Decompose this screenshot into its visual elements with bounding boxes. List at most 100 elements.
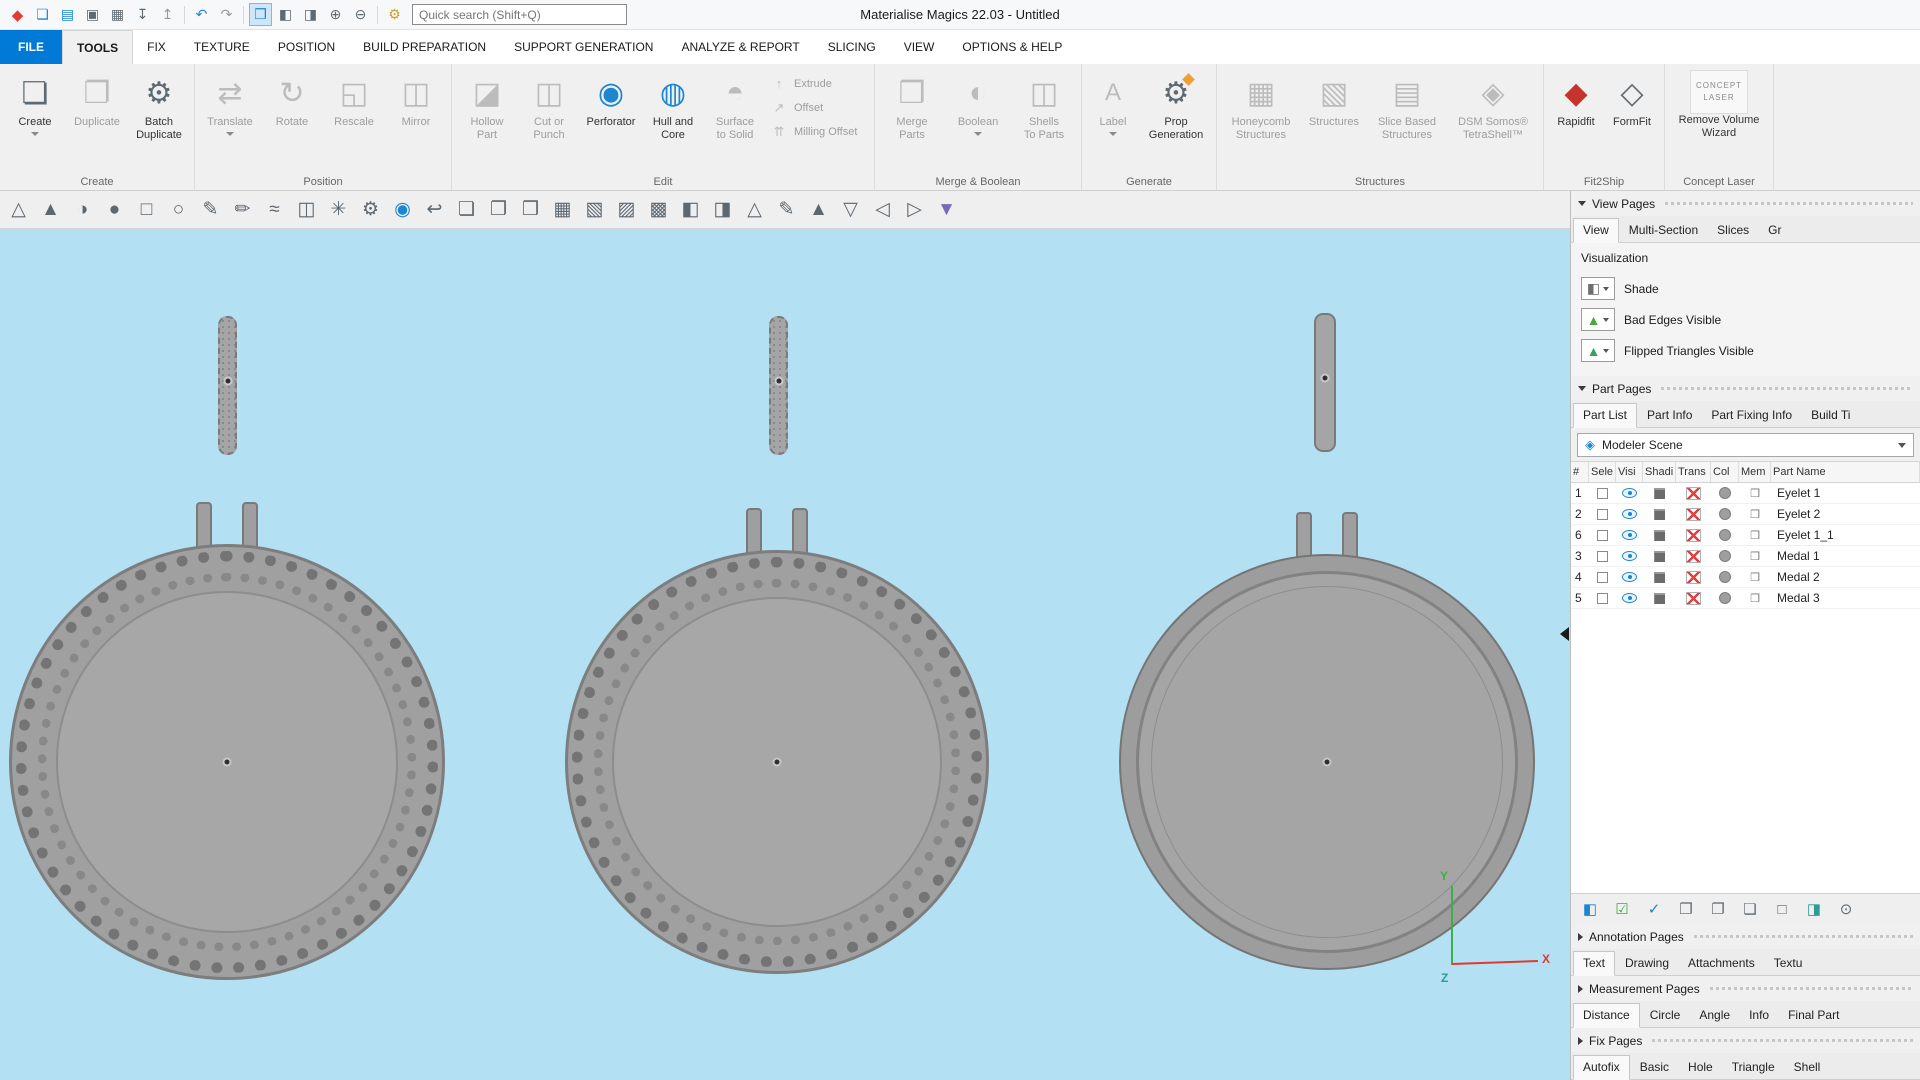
- part-eyelet-1[interactable]: [218, 316, 237, 455]
- shading-cube-icon[interactable]: [1654, 508, 1665, 520]
- measurement-pages-header[interactable]: Measurement Pages: [1571, 976, 1920, 1001]
- tab-view[interactable]: VIEW: [890, 30, 949, 64]
- shading-cube-icon[interactable]: [1654, 487, 1665, 499]
- part-row-eyelet-2[interactable]: 2 ❒ Eyelet 2: [1571, 504, 1920, 525]
- cube-half-right-icon[interactable]: ◨: [707, 194, 738, 225]
- memory-cube-icon[interactable]: ❒: [1750, 592, 1760, 605]
- part-name[interactable]: Eyelet 1_1: [1771, 528, 1920, 542]
- cube-view-front-icon[interactable]: ❐: [483, 194, 514, 225]
- transparency-icon[interactable]: [1686, 528, 1701, 542]
- fix-pages-header[interactable]: Fix Pages: [1571, 1028, 1920, 1053]
- cube-half-left-icon[interactable]: ◧: [675, 194, 706, 225]
- part-name[interactable]: Eyelet 1: [1771, 486, 1920, 500]
- col-transparency[interactable]: Trans: [1676, 462, 1711, 482]
- part-row-eyelet-1-1[interactable]: 6 ❒ Eyelet 1_1: [1571, 525, 1920, 546]
- shading-cube-icon[interactable]: [1654, 592, 1665, 604]
- memory-cube-icon[interactable]: ❒: [1750, 487, 1760, 500]
- tab-build-time[interactable]: Build Ti: [1802, 404, 1859, 427]
- part-eyelet-2[interactable]: [769, 316, 788, 455]
- view-pages-header[interactable]: View Pages: [1571, 191, 1920, 216]
- tab-fix[interactable]: FIX: [133, 30, 180, 64]
- tab-position[interactable]: POSITION: [264, 30, 349, 64]
- tab-grid[interactable]: Gr: [1759, 219, 1790, 242]
- dsm-somos-tetrashell-button[interactable]: ◈ DSM Somos® TetraShell™: [1447, 68, 1539, 142]
- open-file-icon[interactable]: ▤: [56, 3, 79, 26]
- tab-final-part[interactable]: Final Part: [1779, 1004, 1848, 1027]
- zoom-selection-icon[interactable]: ❒: [249, 3, 272, 26]
- tab-drawing[interactable]: Drawing: [1616, 952, 1678, 975]
- select-checkbox[interactable]: [1597, 550, 1608, 562]
- transparency-icon[interactable]: [1686, 570, 1701, 584]
- visibility-eye-icon[interactable]: [1622, 593, 1637, 603]
- star-mark-icon[interactable]: ✳: [323, 194, 354, 225]
- select-checkbox[interactable]: [1597, 508, 1608, 520]
- create-button[interactable]: ❏ Create: [4, 68, 66, 137]
- tab-angle[interactable]: Angle: [1690, 1004, 1739, 1027]
- prop-generation-button[interactable]: ⚙ Prop Generation: [1140, 68, 1212, 142]
- quick-search-input[interactable]: [412, 4, 627, 25]
- brush-selection-icon[interactable]: ✏: [227, 194, 258, 225]
- cross-section-icon[interactable]: ◫: [291, 194, 322, 225]
- visibility-eye-icon[interactable]: [1622, 509, 1637, 519]
- memory-cube-icon[interactable]: ❒: [1750, 550, 1760, 563]
- select-checkbox[interactable]: [1597, 592, 1608, 604]
- tab-slices[interactable]: Slices: [1708, 219, 1758, 242]
- memory-cube-icon[interactable]: ❒: [1750, 571, 1760, 584]
- col-visible[interactable]: Visi: [1616, 462, 1643, 482]
- transparency-icon[interactable]: [1686, 549, 1701, 563]
- visibility-eye-icon[interactable]: [1622, 530, 1637, 540]
- label-button[interactable]: A Label: [1086, 68, 1140, 137]
- cube-shaded-icon[interactable]: ▦: [547, 194, 578, 225]
- batch-duplicate-button[interactable]: ⚙ Batch Duplicate: [128, 68, 190, 142]
- col-select[interactable]: Sele: [1589, 462, 1616, 482]
- merge-parts-button[interactable]: ❒ Merge Parts: [879, 68, 945, 142]
- scene-selector[interactable]: ◈ Modeler Scene: [1577, 433, 1914, 457]
- triangle-edit-icon[interactable]: △: [739, 194, 770, 225]
- tab-part-fixing-info[interactable]: Part Fixing Info: [1702, 404, 1801, 427]
- offset-button[interactable]: ↗ Offset: [770, 100, 864, 115]
- hull-and-core-button[interactable]: ◍ Hull and Core: [642, 68, 704, 142]
- extrude-button[interactable]: ↑ Extrude: [770, 76, 864, 91]
- color-swatch-icon[interactable]: [1719, 592, 1731, 604]
- shading-cube-icon[interactable]: [1654, 571, 1665, 583]
- colored-cube-icon[interactable]: ◨: [1800, 897, 1828, 922]
- select-check-icon[interactable]: ✓: [1640, 897, 1668, 922]
- rapidfit-button[interactable]: ◆ Rapidfit: [1548, 68, 1604, 129]
- zoom-part-icon[interactable]: ⊙: [1832, 897, 1860, 922]
- triangle-right-icon[interactable]: ▷: [899, 194, 930, 225]
- rescale-button[interactable]: ◱ Rescale: [323, 68, 385, 129]
- visibility-eye-icon[interactable]: [1622, 572, 1637, 582]
- color-swatch-icon[interactable]: [1719, 487, 1731, 499]
- triangle-textured-icon[interactable]: ▼: [931, 194, 962, 225]
- col-memory[interactable]: Mem: [1739, 462, 1771, 482]
- license-key-icon[interactable]: ⚙: [383, 3, 406, 26]
- panel-splitter-arrow[interactable]: [1560, 627, 1569, 641]
- cube-hatched-icon[interactable]: ▧: [579, 194, 610, 225]
- tab-autofix[interactable]: Autofix: [1573, 1055, 1630, 1080]
- wave-selection-icon[interactable]: ≈: [259, 194, 290, 225]
- part-name[interactable]: Medal 1: [1771, 549, 1920, 563]
- col-number[interactable]: #: [1571, 462, 1589, 482]
- gear-mark-icon[interactable]: ⚙: [355, 194, 386, 225]
- col-shading[interactable]: Shadi: [1643, 462, 1676, 482]
- shade-mode-dropdown[interactable]: ◧: [1581, 277, 1615, 300]
- import-part-icon[interactable]: ↧: [131, 3, 154, 26]
- part-row-eyelet-1[interactable]: 1 ❒ Eyelet 1: [1571, 483, 1920, 504]
- tab-basic[interactable]: Basic: [1631, 1056, 1678, 1079]
- cube-view-side-icon[interactable]: ❒: [515, 194, 546, 225]
- tab-multi-section[interactable]: Multi-Section: [1620, 219, 1707, 242]
- tab-shell[interactable]: Shell: [1785, 1056, 1830, 1079]
- tab-circle[interactable]: Circle: [1641, 1004, 1690, 1027]
- color-swatch-icon[interactable]: [1719, 529, 1731, 541]
- rotate-button[interactable]: ↻ Rotate: [261, 68, 323, 129]
- save-all-icon[interactable]: ▦: [106, 3, 129, 26]
- tab-analyze-report[interactable]: ANALYZE & REPORT: [667, 30, 813, 64]
- tab-texture[interactable]: TEXTURE: [180, 30, 264, 64]
- 3d-viewport[interactable]: Y X Z: [0, 229, 1570, 1080]
- freeform-selection-icon[interactable]: ✎: [195, 194, 226, 225]
- part-row-medal-3[interactable]: 5 ❒ Medal 3: [1571, 588, 1920, 609]
- tab-file[interactable]: FILE: [0, 30, 62, 64]
- part-row-medal-1[interactable]: 3 ❒ Medal 1: [1571, 546, 1920, 567]
- tab-distance[interactable]: Distance: [1573, 1003, 1640, 1028]
- transparency-icon[interactable]: [1686, 591, 1701, 605]
